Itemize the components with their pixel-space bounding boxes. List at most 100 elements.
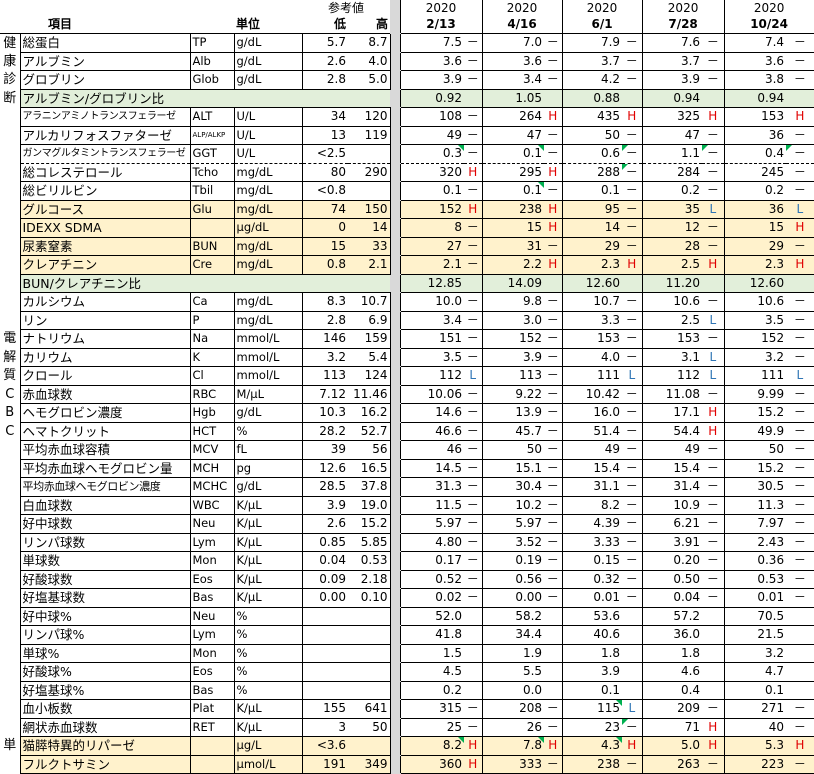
result-value: 0.20 [641,551,703,571]
item-header: 項目 [20,16,234,34]
ref-high [348,644,391,663]
result-flag: － [464,403,483,423]
test-unit: μmol/L [233,755,302,774]
test-code: Mon [189,644,234,663]
ref-high: 124 [348,366,391,386]
result-value: 12 [641,218,703,238]
result-flag: － [702,755,725,774]
result-value: 0.2 [723,181,787,201]
result-value: 36 [723,126,787,145]
result-value: 58.2 [481,607,545,626]
test-name: ガンマグルタミントランスフェラーゼ [19,144,190,164]
result-flag: － [786,551,814,571]
result-flag: H [786,255,814,275]
result-value: 263 [641,755,703,774]
table-row: 平均赤血球容積 MCV fL 39 56 46 － 50 － 49 － 49 － 50 － [0,440,814,460]
result-value: 0.50 [641,570,703,589]
result-flag: H [702,107,725,127]
result-flag: － [464,126,483,145]
result-value: 3.7 [561,52,623,71]
test-code: Lym [189,625,234,645]
test-unit: fL [233,440,302,460]
test-unit: mg/dL [233,181,302,201]
comment-marker-icon [702,145,709,151]
result-value: 21.5 [723,625,787,645]
result-flag: － [464,33,483,53]
result-value: 45.7 [481,422,545,441]
result-value: 3.4 [399,311,465,330]
result-flag: － [702,218,725,238]
result-flag: － [622,237,643,256]
result-flag: － [544,533,563,552]
result-value: 3.91 [641,533,703,552]
result-flag: － [702,292,725,312]
test-code: Tcho [189,163,234,182]
table-row: 質クロール Cl mmol/L 113 124 112 L 113 － 111 L 112 L 111 L [0,366,814,386]
result-value: 360 [399,755,465,774]
result-flag: － [702,163,725,182]
result-flag: － [622,200,643,219]
test-name: アルブミン [19,52,190,71]
section-label: 断 [3,90,17,106]
ref-low: 0.09 [301,570,348,589]
ref-low: 2.6 [301,52,348,71]
test-code [189,736,234,756]
result-flag [702,644,725,663]
result-flag: － [702,699,725,719]
test-code: WBC [189,496,234,515]
test-name: 平均赤血球ヘモグロビン濃度 [19,477,190,497]
test-unit: mg/dL [233,292,302,312]
test-name: ヘマトクリット [19,422,190,441]
result-flag: － [622,385,643,404]
test-name: クロール [19,366,190,386]
result-flag [622,274,643,293]
table-row: 健総蛋白 TP g/dL 5.7 8.7 7.5 － 7.0 － 7.9 － 7.6 － 7.4 － [0,33,814,53]
test-unit: U/L [233,107,302,127]
ref-high: 150 [348,200,391,219]
result-flag: － [544,496,563,515]
result-flag: － [786,52,814,71]
ref-high: 0.53 [348,551,391,571]
result-flag: H [464,163,483,182]
result-flag: － [464,699,483,719]
result-flag: － [544,570,563,589]
table-row: 平均赤血球ヘモグロビン濃度 MCHC g/dL 28.5 37.8 31.3 － 30.4 － 3… [0,477,814,497]
result-value: 208 [481,699,545,719]
result-flag: － [544,385,563,404]
ref-high [348,681,391,700]
result-value: 10.6 [641,292,703,312]
ref-low: 0.85 [301,533,348,552]
ref-high: 2.18 [348,570,391,589]
result-flag: L [622,366,643,386]
result-value: 0.52 [399,570,465,589]
table-row: 断アルブミン/グロブリン比 0.92 1.05 0.88 0.94 0.94 [0,89,814,108]
table-row: 好酸球数 Eos K/μL 0.09 2.18 0.52 － 0.56 － 0.32 － 0.50 － 0… [0,570,814,589]
result-flag: － [464,718,483,737]
result-value: 36 [723,200,787,219]
result-value: 11.5 [399,496,465,515]
result-flag: － [702,440,725,460]
result-value: 13.9 [481,403,545,423]
table-row: リンパ球数 Lym K/μL 0.85 5.85 4.80 － 3.52 － 3.33 － 3.91 －… [0,533,814,552]
result-flag [622,607,643,626]
year-header: 2020 [641,0,725,16]
result-value: 10.6 [723,292,787,312]
result-value: 31 [481,237,545,256]
result-value: 111 [561,366,623,386]
result-flag [702,607,725,626]
result-flag: L [786,366,814,386]
result-value: 0.02 [399,588,465,608]
result-flag [464,607,483,626]
result-value: 10.42 [561,385,623,404]
test-unit: K/μL [233,699,302,719]
result-value: 0.01 [561,588,623,608]
result-flag: － [702,385,725,404]
test-name: 白血球数 [19,496,190,515]
result-value: 31.1 [561,477,623,497]
result-flag [622,662,643,682]
year-header: 2020 [399,0,483,16]
table-row: カルシウム Ca mg/dL 8.3 10.7 10.0 － 9.8 － 10.7 － 10.6 － 10… [0,292,814,312]
result-value: 10.9 [641,496,703,515]
result-flag: － [702,33,725,53]
result-value: 112 [641,366,703,386]
